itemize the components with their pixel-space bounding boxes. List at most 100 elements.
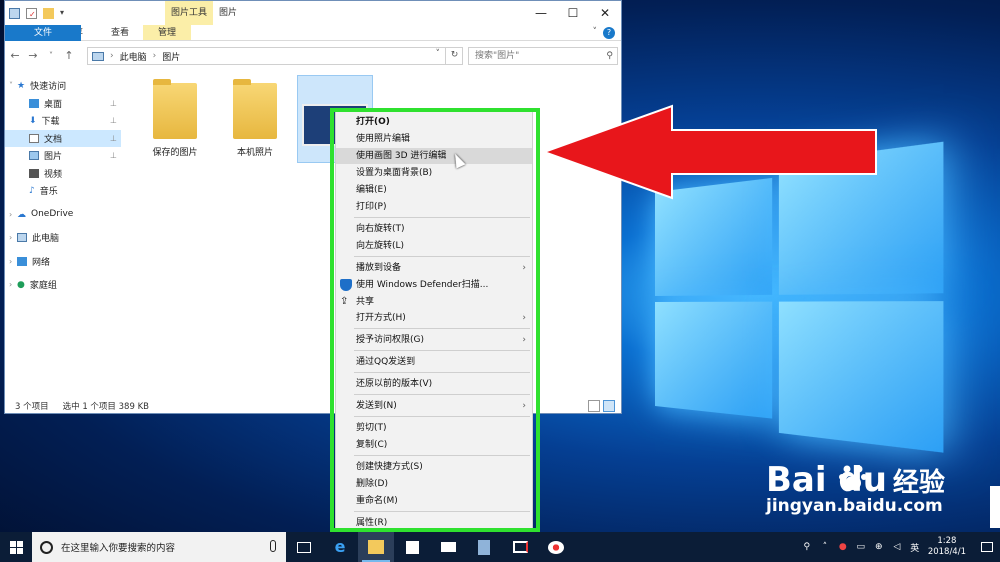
homegroup-icon: ● [17, 280, 25, 289]
input-method-indicator[interactable]: 英 [908, 541, 922, 554]
star-icon: ★ [17, 81, 25, 90]
taskbar-store[interactable] [394, 532, 430, 562]
expand-icon[interactable]: › [9, 233, 12, 242]
start-button[interactable] [0, 532, 32, 562]
pin-icon[interactable]: ⊥ [110, 99, 117, 108]
properties-icon[interactable]: ✓ [26, 8, 37, 19]
sidebar-item-network[interactable]: › 网络 [5, 253, 121, 271]
quick-access-toolbar: ✓ ▾ [5, 8, 64, 19]
back-icon[interactable]: ← [9, 49, 21, 62]
task-view-icon [297, 542, 311, 553]
up-icon[interactable]: ↑ [63, 49, 75, 62]
expand-icon[interactable]: › [9, 280, 12, 289]
tab-view[interactable]: 查看 [97, 25, 143, 40]
file-item-saved-pictures[interactable]: 保存的图片 [137, 75, 213, 158]
pin-icon[interactable]: ⊥ [110, 116, 117, 125]
sidebar-item-downloads[interactable]: ⬇ 下载 ⊥ [5, 112, 121, 130]
show-hidden-icons-icon[interactable]: ˄ [818, 542, 832, 552]
desktop-icon [29, 99, 39, 108]
network-icon[interactable]: ⊕ [872, 542, 886, 552]
pin-icon[interactable]: ⊥ [110, 151, 117, 160]
close-button[interactable]: ✕ [589, 1, 621, 25]
people-icon[interactable]: ⚲ [800, 542, 814, 552]
taskbar-app-1[interactable] [466, 532, 502, 562]
expand-icon[interactable]: › [9, 210, 12, 219]
item-count: 3 个项目 [15, 400, 49, 412]
large-icons-view-icon[interactable] [603, 400, 615, 412]
paint-palette-icon [548, 541, 564, 554]
address-dropdown-icon[interactable]: ˅ [436, 49, 441, 59]
sidebar-item-this-pc[interactable]: › 此电脑 [5, 229, 121, 247]
sidebar-item-onedrive[interactable]: › ☁ OneDrive [5, 206, 121, 224]
sidebar-item-documents[interactable]: 文档 ⊥ [5, 130, 121, 148]
power-icon[interactable]: ▭ [854, 542, 868, 552]
watermark-url: jingyan.baidu.com [766, 496, 945, 516]
title-bar: ✓ ▾ 图片工具 图片 — ☐ ✕ [5, 1, 621, 25]
new-folder-icon[interactable] [43, 8, 54, 19]
volume-icon[interactable]: ◁ [890, 542, 904, 552]
ribbon-tabs: 文件 主页 共享 查看 管理 ˅ ? [5, 25, 621, 41]
folder-icon [233, 83, 277, 139]
taskbar-clock[interactable]: 1:28 2018/4/1 [928, 536, 966, 558]
sidebar-item-desktop[interactable]: 桌面 ⊥ [5, 95, 121, 113]
baidu-paw-icon [838, 462, 868, 492]
picture-tools-header: 图片工具 [165, 1, 213, 25]
folder-icon [153, 83, 197, 139]
notification-icon [981, 542, 993, 552]
store-bag-icon [406, 541, 419, 554]
pictures-icon [29, 151, 39, 160]
taskbar: 在这里输入你要搜索的内容 e ⚲ ˄ ● ▭ ⊕ ◁ 英 1:28 2018/4… [0, 532, 1000, 562]
details-view-icon[interactable] [588, 400, 600, 412]
explorer-app-icon [9, 8, 20, 19]
taskbar-mail[interactable] [430, 532, 466, 562]
tab-manage[interactable]: 管理 [143, 25, 191, 40]
computer-icon [17, 233, 27, 242]
navigation-pane: ˅ ★ 快速访问 桌面 ⊥ ⬇ 下载 ⊥ 文档 ⊥ 图片 ⊥ 视频 ♪ 音乐 ›… [5, 77, 121, 395]
action-center-button[interactable] [974, 532, 1000, 562]
edge-icon: e [332, 540, 348, 554]
sidebar-item-pictures[interactable]: 图片 ⊥ [5, 147, 121, 165]
annotation-arrow-icon [540, 104, 880, 200]
search-input[interactable]: 搜索"图片" ⚲ [468, 47, 618, 65]
help-icon[interactable]: ? [603, 27, 615, 39]
selection-info: 选中 1 个项目 389 KB [63, 400, 149, 412]
refresh-icon[interactable]: ↻ [445, 47, 463, 65]
breadcrumb-pictures[interactable]: 图片 [162, 50, 180, 63]
maximize-button[interactable]: ☐ [557, 1, 589, 25]
pin-icon[interactable]: ⊥ [110, 134, 117, 143]
microphone-icon[interactable] [270, 540, 276, 552]
task-view-button[interactable] [286, 532, 322, 562]
document-icon [29, 134, 39, 143]
search-icon: ⚲ [606, 48, 613, 64]
taskbar-search-box[interactable]: 在这里输入你要搜索的内容 [32, 532, 286, 562]
windows-logo-icon [10, 541, 23, 554]
breadcrumb-this-pc[interactable]: 此电脑 [120, 50, 147, 63]
minimize-button[interactable]: — [525, 1, 557, 25]
address-bar[interactable]: › 此电脑 › 图片 ˅ [87, 47, 463, 65]
customize-toolbar-icon[interactable]: ▾ [60, 8, 64, 19]
security-icon[interactable]: ● [836, 542, 850, 552]
file-item-camera-roll[interactable]: 本机照片 [217, 75, 293, 158]
recent-locations-icon[interactable]: ˅ [45, 51, 57, 60]
video-icon [29, 169, 39, 178]
mail-icon [441, 542, 456, 552]
taskbar-app-3[interactable] [538, 532, 574, 562]
cloud-icon: ☁ [17, 210, 26, 219]
taskbar-edge[interactable]: e [322, 532, 358, 562]
sidebar-item-music[interactable]: ♪ 音乐 [5, 182, 121, 200]
screenshot-tool-icon [513, 541, 528, 553]
sidebar-item-quick-access[interactable]: ˅ ★ 快速访问 [5, 77, 121, 95]
network-icon [17, 257, 27, 266]
collapse-icon[interactable]: ˅ [9, 81, 13, 90]
download-icon: ⬇ [29, 116, 37, 125]
taskbar-app-2[interactable] [502, 532, 538, 562]
expand-icon[interactable]: › [9, 257, 12, 266]
sidebar-item-videos[interactable]: 视频 [5, 165, 121, 183]
tab-file[interactable]: 文件 [5, 25, 81, 41]
sidebar-item-homegroup[interactable]: › ● 家庭组 [5, 276, 121, 294]
forward-icon[interactable]: → [27, 49, 39, 62]
calculator-icon [478, 540, 490, 555]
music-icon: ♪ [29, 186, 35, 195]
expand-ribbon-icon[interactable]: ˅ [593, 27, 598, 37]
taskbar-file-explorer[interactable] [358, 532, 394, 562]
